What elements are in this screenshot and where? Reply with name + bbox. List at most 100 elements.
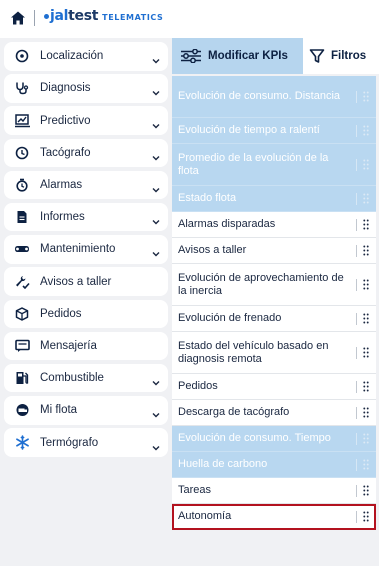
kpi-label: Evolución de consumo. Tiempo xyxy=(178,432,331,444)
tab-filters[interactable]: Filtros xyxy=(303,38,379,74)
sidebar-item-label: Tacógrafo xyxy=(40,146,91,159)
sidebar-item-localizacion[interactable]: Localización xyxy=(4,42,168,71)
drag-handle-icon[interactable] xyxy=(356,306,376,331)
drag-handle-icon[interactable] xyxy=(356,374,376,399)
wrench-icon xyxy=(14,241,30,257)
kpi-row-autonomia[interactable]: Autonomía xyxy=(172,504,376,530)
drag-handle-icon[interactable] xyxy=(356,238,376,263)
sidebar-item-avisos-a-taller[interactable]: Avisos a taller xyxy=(4,267,168,296)
sidebar-item-mantenimiento[interactable]: Mantenimiento xyxy=(4,235,168,264)
sidebar-item-label: Combustible xyxy=(40,372,104,385)
sidebar-item-mi-flota[interactable]: Mi flota xyxy=(4,396,168,425)
panel-tabs: Modificar KPIs Filtros xyxy=(172,38,379,76)
sidebar-item-pedidos[interactable]: Pedidos xyxy=(4,299,168,328)
message-icon xyxy=(14,338,30,354)
stethoscope-icon xyxy=(14,80,30,96)
tools-check-icon xyxy=(14,274,30,290)
sidebar-item-label: Diagnosis xyxy=(40,82,91,95)
predictive-chart-icon xyxy=(14,113,30,129)
drag-handle-icon[interactable] xyxy=(356,478,376,503)
sidebar-item-tacografo[interactable]: Tacógrafo xyxy=(4,138,168,168)
sidebar-item-informes[interactable]: Informes xyxy=(4,202,168,232)
logo-prefix: jal xyxy=(50,8,69,24)
chevron-down-icon[interactable] xyxy=(152,52,160,64)
kpi-row-evolucion-de-aprovechamiento-de-la-inercia[interactable]: Evolución de aprovechamiento de la inerc… xyxy=(172,264,376,306)
logo-rest: test xyxy=(68,8,99,24)
sidebar-item-diagnosis[interactable]: Diagnosis xyxy=(4,74,168,103)
sidebar-item-mensajeria[interactable]: Mensajería xyxy=(4,331,168,361)
drag-handle-icon[interactable] xyxy=(356,426,376,451)
sliders-icon xyxy=(180,49,202,63)
kpi-row-descarga-de-tacografo[interactable]: Descarga de tacógrafo xyxy=(172,400,376,426)
chevron-down-icon[interactable] xyxy=(152,439,160,450)
kpi-list: Evolución de consumo. Distancia Evolución… xyxy=(172,76,379,530)
sidebar-item-alarmas[interactable]: Alarmas xyxy=(4,170,168,200)
location-pin-icon xyxy=(14,48,30,64)
sidebar-item-termografo[interactable]: Termógrafo xyxy=(4,428,168,457)
kpi-row-evolucion-de-tiempo-a-ralenti[interactable]: Evolución de tiempo a ralentí xyxy=(172,118,376,144)
logo-suffix: TELEMATICS xyxy=(102,13,164,22)
kpi-row-pedidos[interactable]: Pedidos xyxy=(172,374,376,400)
sidebar-item-label: Predictivo xyxy=(40,114,91,127)
kpi-label: Evolución de aprovechamiento de la inerc… xyxy=(178,271,344,297)
kpi-row-evolucion-de-consumo-distancia[interactable]: Evolución de consumo. Distancia xyxy=(172,76,376,118)
kpi-label: Estado flota xyxy=(178,192,237,204)
logo-wordmark: jaltest xyxy=(44,8,98,24)
kpi-label: Avisos a taller xyxy=(178,244,247,256)
sidebar-item-predictivo[interactable]: Predictivo xyxy=(4,106,168,135)
drag-handle-icon[interactable] xyxy=(356,118,376,143)
drag-handle-icon[interactable] xyxy=(356,332,376,373)
alarm-clock-icon xyxy=(14,177,30,193)
sidebar-item-label: Informes xyxy=(40,211,85,224)
drag-handle-icon[interactable] xyxy=(356,264,376,305)
top-bar: jaltest TELEMATICS xyxy=(0,0,379,36)
snowflake-icon xyxy=(14,435,30,451)
chevron-down-icon[interactable] xyxy=(152,84,160,96)
kpi-row-estado-flota[interactable]: Estado flota xyxy=(172,186,376,212)
kpi-row-alarmas-disparadas[interactable]: Alarmas disparadas xyxy=(172,212,376,238)
home-icon[interactable] xyxy=(10,10,26,26)
chevron-down-icon[interactable] xyxy=(152,406,160,418)
chevron-down-icon[interactable] xyxy=(152,245,160,257)
chevron-down-icon[interactable] xyxy=(152,117,160,129)
sidebar-item-label: Avisos a taller xyxy=(40,275,112,288)
drag-handle-icon[interactable] xyxy=(356,186,376,211)
drag-handle-icon[interactable] xyxy=(356,144,376,185)
fuel-pump-icon xyxy=(14,370,30,386)
drag-handle-icon[interactable] xyxy=(356,400,376,425)
kpi-label: Evolución de frenado xyxy=(178,312,282,324)
chevron-down-icon[interactable] xyxy=(152,374,160,386)
sidebar-item-label: Pedidos xyxy=(40,307,82,320)
sidebar-item-label: Alarmas xyxy=(40,179,83,191)
kpi-row-estado-del-vehiculo-basado-en-diagnosis-remota[interactable]: Estado del vehículo basado en diagnosis … xyxy=(172,332,376,374)
kpi-label: Alarmas disparadas xyxy=(178,218,276,230)
kpi-row-tareas[interactable]: Tareas xyxy=(172,478,376,504)
tachograph-icon xyxy=(14,145,30,161)
kpi-label: Autonomía xyxy=(178,510,232,522)
kpi-row-evolucion-de-frenado[interactable]: Evolución de frenado xyxy=(172,306,376,332)
chevron-down-icon[interactable] xyxy=(152,181,160,193)
kpi-row-avisos-a-taller[interactable]: Avisos a taller xyxy=(172,238,376,264)
drag-handle-icon[interactable] xyxy=(356,76,376,117)
drag-handle-icon[interactable] xyxy=(356,452,376,477)
kpi-row-huella-de-carbono[interactable]: Huella de carbono xyxy=(172,452,376,478)
kpi-label: Promedio de la evolución de la flota xyxy=(178,151,329,177)
sidebar-item-label: Mantenimiento xyxy=(40,243,116,256)
sidebar-item-combustible[interactable]: Combustible xyxy=(4,363,168,393)
kpi-label: Tareas xyxy=(178,484,212,496)
drag-handle-icon[interactable] xyxy=(356,504,376,529)
sidebar-item-label: Termógrafo xyxy=(40,436,99,449)
kpi-row-promedio-de-la-evolucion-de-la-flota[interactable]: Promedio de la evolución de la flota xyxy=(172,144,376,186)
tab-modify-kpis-label: Modificar KPIs xyxy=(208,50,288,62)
kpi-label: Descarga de tacógrafo xyxy=(178,406,290,418)
chevron-down-icon[interactable] xyxy=(152,149,160,161)
tab-modify-kpis[interactable]: Modificar KPIs xyxy=(172,38,303,74)
kpi-row-evolucion-de-consumo-tiempo[interactable]: Evolución de consumo. Tiempo xyxy=(172,426,376,452)
drag-handle-icon[interactable] xyxy=(356,212,376,237)
sidebar: Localización Diagnosis Predictivo Tacógrafo… xyxy=(0,38,172,566)
fleet-icon xyxy=(14,402,30,418)
logo-dot-icon xyxy=(44,14,49,19)
kpi-label: Pedidos xyxy=(178,380,218,392)
chevron-down-icon[interactable] xyxy=(152,213,160,225)
sidebar-item-label: Mensajería xyxy=(40,339,97,352)
